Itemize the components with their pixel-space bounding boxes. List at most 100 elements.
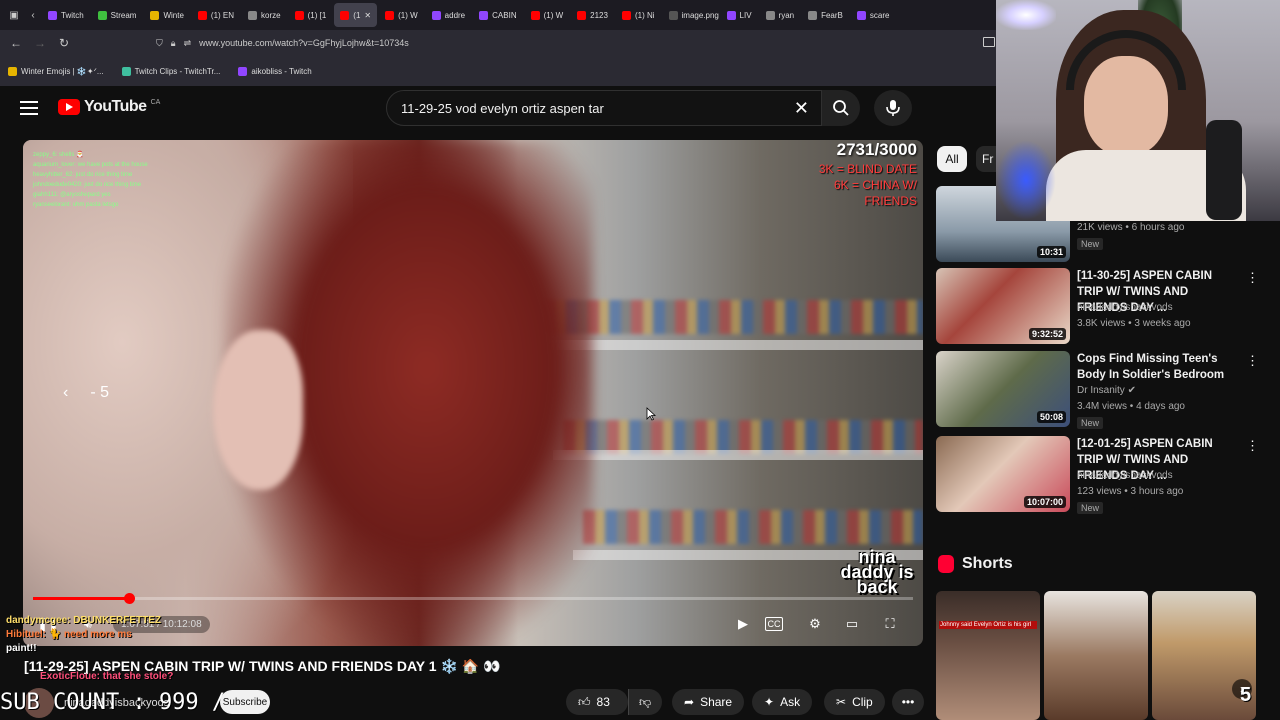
recommendation-channel[interactable]: Dr Insanity ✔ — [1077, 385, 1136, 396]
recommendation-channel[interactable]: ninadaddyisbackvods — [1077, 302, 1173, 313]
seek-back-indicator: ‹ - 5 — [63, 384, 109, 402]
subscribe-button[interactable]: Subscribe — [220, 690, 270, 714]
browser-tab[interactable]: scare — [851, 3, 896, 27]
search-input[interactable]: 11-29-25 vod evelyn ortiz aspen tar ✕ — [386, 90, 822, 126]
sub-goal-count: 2731/3000 — [836, 140, 917, 159]
autoplay-toggle-icon[interactable]: ▶ — [732, 614, 754, 634]
recommendation-title[interactable]: Cops Find Missing Teen's Body In Soldier… — [1077, 351, 1237, 383]
picture-in-picture-icon[interactable] — [983, 37, 995, 47]
chip-all[interactable]: All — [937, 146, 967, 172]
browser-tab[interactable]: (1) W — [525, 3, 570, 27]
recommendation-item[interactable]: 9:32:52 [11-30-25] ASPEN CABIN TRIP W/ TW… — [936, 268, 1266, 346]
browser-tab[interactable]: ryan — [760, 3, 801, 27]
clip-button[interactable]: ✂ Clip — [824, 689, 885, 715]
tab-label: 2123 — [590, 10, 608, 20]
tab-label: (1) [1 — [307, 10, 327, 20]
url-bar[interactable]: ⛉ 🔒︎ ⇌ www.youtube.com/watch?v=GgFhyjLoj… — [156, 33, 996, 53]
tab-favicon-icon — [621, 10, 631, 20]
clear-search-icon[interactable]: ✕ — [794, 98, 809, 119]
short-thumbnail[interactable]: Johnny said Evelyn Ortiz is his girl — [936, 591, 1040, 720]
seek-amount: - 5 — [90, 384, 109, 401]
progress-bar[interactable] — [33, 593, 913, 604]
tab-label: (1) W — [398, 10, 418, 20]
fullscreen-icon[interactable]: ⛶ — [879, 614, 901, 634]
overlay-chat-line: ExoticFloue: that she stole? — [40, 671, 174, 682]
close-tab-icon[interactable]: ✕ — [364, 11, 371, 20]
like-button[interactable]: 👍︎ 83 — [566, 689, 628, 715]
recommendation-thumbnail[interactable]: 50:08 — [936, 351, 1070, 427]
browser-tab[interactable]: (1 ✕ — [334, 3, 378, 27]
menu-icon[interactable] — [18, 98, 40, 118]
tab-list-icon[interactable]: ▣ — [4, 3, 24, 27]
url-text[interactable]: www.youtube.com/watch?v=GgFhyjLojhw&t=10… — [199, 38, 409, 48]
more-actions-button[interactable]: ••• — [892, 689, 924, 715]
search-icon — [833, 100, 849, 116]
voice-search-button[interactable] — [874, 90, 912, 126]
tab-favicon-icon — [808, 10, 818, 20]
recommendation-item[interactable]: 50:08 Cops Find Missing Teen's Body In So… — [936, 351, 1266, 429]
more-vertical-icon[interactable]: ⋮ — [1246, 438, 1259, 454]
youtube-logo[interactable]: YouTube CA — [58, 98, 160, 116]
chevron-left-icon: ‹ — [63, 384, 69, 401]
bookmark-label: Winter Emojis | ❄️✦ᐟ... — [21, 66, 104, 76]
tab-label: korze — [261, 10, 281, 20]
browser-tab[interactable]: (1) EN — [192, 3, 240, 27]
tab-label: Winte — [163, 10, 184, 20]
lock-icon: 🔒︎ — [170, 37, 176, 48]
progress-scrubber[interactable] — [124, 593, 135, 604]
browser-tab[interactable]: 2123 — [571, 3, 614, 27]
shorts-icon — [938, 555, 954, 573]
chat-line: zeppy_6: shells 🎅 — [33, 152, 84, 158]
permissions-icon[interactable]: ⇌ — [184, 38, 192, 49]
browser-tab[interactable]: CABIN — [473, 3, 522, 27]
browser-tab[interactable]: Winte — [144, 3, 189, 27]
browser-tab[interactable]: Stream — [92, 3, 143, 27]
browser-tab[interactable]: (1) W — [379, 3, 424, 27]
store-shelf-goods — [563, 420, 923, 454]
back-icon[interactable]: ← — [4, 31, 28, 55]
recommendation-item[interactable]: 10:07:00 [12-01-25] ASPEN CABIN TRIP W/ T… — [936, 436, 1266, 514]
tab-scroll-left-icon[interactable]: ‹ — [26, 3, 40, 27]
theater-mode-icon[interactable]: ▭ — [841, 614, 863, 634]
goal-line: FRIENDS — [864, 194, 917, 208]
search-query[interactable]: 11-29-25 vod evelyn ortiz aspen tar — [401, 101, 604, 116]
browser-tab[interactable]: (1) Ni — [616, 3, 661, 27]
browser-tab[interactable]: image.png — [663, 3, 719, 27]
more-vertical-icon[interactable]: ⋮ — [1246, 353, 1259, 369]
browser-tab[interactable]: (1) [1 — [289, 3, 333, 27]
recommendation-channel[interactable]: ninadaddyisbackvods — [1077, 470, 1173, 481]
tab-label: scare — [869, 10, 890, 20]
shorts-header: Shorts — [938, 555, 1013, 573]
ask-button[interactable]: ✦ Ask — [752, 689, 813, 715]
dislike-button[interactable]: 👎︎ — [628, 689, 662, 715]
captions-icon[interactable]: CC — [765, 617, 783, 631]
forward-icon[interactable]: → — [28, 31, 52, 55]
bookmark-item[interactable]: Winter Emojis | ❄️✦ᐟ... — [8, 66, 104, 76]
recommendation-thumbnail[interactable]: 9:32:52 — [936, 268, 1070, 344]
shield-icon[interactable]: ⛉ — [156, 38, 163, 49]
short-thumbnail[interactable] — [1044, 591, 1148, 720]
settings-icon[interactable]: ⚙ — [804, 614, 826, 634]
recommendation-meta: 3.4M views • 4 days ago — [1077, 401, 1185, 412]
recommendation-meta: 21K views • 6 hours ago — [1077, 222, 1185, 233]
clip-label: Clip — [852, 695, 873, 709]
reload-icon[interactable]: ↻ — [52, 31, 76, 55]
browser-tab[interactable]: FearB — [802, 3, 849, 27]
goal-line: 3K = BLIND DATE — [818, 162, 917, 176]
goal-line: 6K = CHINA W/ — [833, 178, 917, 192]
browser-tab[interactable]: Twitch — [42, 3, 90, 27]
more-vertical-icon[interactable]: ⋮ — [1246, 270, 1259, 286]
video-player[interactable]: zeppy_6: shells 🎅 aquarium_lover: we have… — [23, 140, 923, 646]
tab-label: Twitch — [61, 10, 84, 20]
search-button[interactable] — [822, 90, 860, 126]
browser-tab[interactable]: LIV — [721, 3, 758, 27]
tab-favicon-icon — [48, 10, 57, 20]
store-shelf — [543, 340, 923, 350]
browser-tab[interactable]: addre — [426, 3, 471, 27]
browser-tab[interactable]: korze — [242, 3, 287, 27]
recommendation-thumbnail[interactable]: 10:07:00 — [936, 436, 1070, 512]
share-button[interactable]: ➦ Share — [672, 689, 745, 715]
bookmark-item[interactable]: Twitch Clips - TwitchTr... — [121, 66, 220, 76]
short-caption: Johnny said Evelyn Ortiz is his girl — [939, 621, 1037, 629]
bookmark-item[interactable]: aikobliss - Twitch — [238, 66, 312, 76]
